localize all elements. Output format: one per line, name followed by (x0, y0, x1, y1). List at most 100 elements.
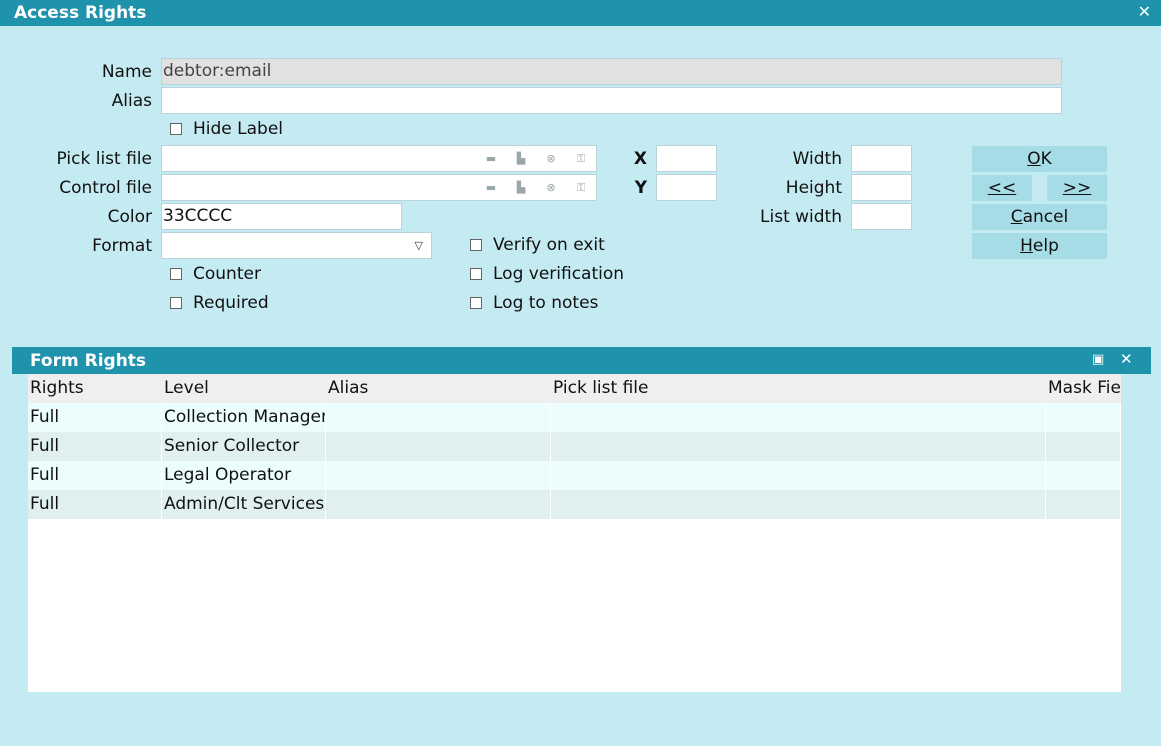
name-field: debtor:email (161, 58, 1062, 85)
cell-mask (1046, 461, 1121, 490)
maximize-icon[interactable]: ▣ (1092, 352, 1104, 367)
cell-rights: Full (28, 403, 162, 432)
folder-open-icon[interactable]: ▬ (482, 146, 500, 171)
table-header: Rights Level Alias Pick list file Mask F… (28, 374, 1121, 403)
cancel-rest: ancel (1022, 207, 1069, 227)
cell-level: Admin/Clt Services (162, 490, 326, 519)
color-label: Color (107, 207, 152, 227)
alias-input[interactable] (161, 87, 1062, 114)
clear-icon[interactable]: ⊗ (542, 175, 560, 200)
logverify-label: Log verification (493, 264, 625, 284)
cell-alias (326, 461, 551, 490)
hide-label-checkbox[interactable]: Hide Label (170, 117, 283, 141)
table-row[interactable]: Full Collection Manager (28, 403, 1121, 432)
checkbox-box[interactable] (170, 268, 182, 280)
cell-mask (1046, 403, 1121, 432)
verify-label: Verify on exit (493, 235, 605, 255)
next-label: >> (1062, 178, 1092, 198)
column-header-rights[interactable]: Rights (28, 374, 161, 403)
cell-rights: Full (28, 490, 162, 519)
form-rights-title: Form Rights (30, 351, 147, 371)
folder-open-icon[interactable]: ▬ (482, 175, 500, 200)
x-input[interactable] (656, 145, 717, 172)
checkbox-box[interactable] (470, 239, 482, 251)
y-label: Y (634, 178, 647, 198)
alias-label: Alias (111, 91, 152, 111)
hide-label-text: Hide Label (193, 119, 284, 139)
prev-label: << (987, 178, 1017, 198)
height-input[interactable] (851, 174, 912, 201)
close-icon[interactable]: ✕ (1138, 2, 1151, 21)
cell-picklist (551, 490, 1046, 519)
x-label: X (633, 149, 647, 169)
chevron-down-icon[interactable]: ▽ (415, 233, 423, 258)
height-label: Height (785, 178, 842, 198)
name-value: debtor:email (163, 61, 272, 81)
checkbox-box[interactable] (470, 297, 482, 309)
cell-mask (1046, 490, 1121, 519)
control-file-input[interactable]: ▬ ▙ ⊗ ⚿ (161, 174, 597, 201)
form-rights-table[interactable]: Rights Level Alias Pick list file Mask F… (28, 374, 1121, 692)
checkbox-box[interactable] (470, 268, 482, 280)
cancel-button[interactable]: Cancel (972, 204, 1107, 230)
list-width-input[interactable] (851, 203, 912, 230)
cell-alias (326, 432, 551, 461)
print-icon[interactable]: ▙ (512, 175, 530, 200)
window-titlebar: Access Rights ✕ (0, 0, 1161, 26)
checkbox-box[interactable] (170, 297, 182, 309)
picklist-label: Pick list file (56, 149, 152, 169)
cell-mask (1046, 432, 1121, 461)
column-header-level[interactable]: Level (162, 374, 326, 403)
control-label: Control file (59, 178, 152, 198)
picklist-file-input[interactable]: ▬ ▙ ⊗ ⚿ (161, 145, 597, 172)
cell-rights: Full (28, 432, 162, 461)
required-checkbox[interactable]: Required (170, 291, 269, 315)
ok-button[interactable]: OK (972, 146, 1107, 172)
help-button[interactable]: Help (972, 233, 1107, 259)
lognotes-label: Log to notes (493, 293, 599, 313)
cell-alias (326, 403, 551, 432)
close-icon[interactable]: ✕ (1120, 350, 1133, 368)
cell-rights: Full (28, 461, 162, 490)
lock-icon[interactable]: ⚿ (572, 146, 590, 171)
cell-picklist (551, 432, 1046, 461)
color-input[interactable]: 33CCCC (161, 203, 402, 230)
cell-picklist (551, 461, 1046, 490)
y-input[interactable] (656, 174, 717, 201)
clear-icon[interactable]: ⊗ (542, 146, 560, 171)
listwidth-label: List width (760, 207, 842, 227)
previous-button[interactable]: << (972, 175, 1032, 201)
help-mnemonic: H (1020, 236, 1033, 256)
column-header-picklist[interactable]: Pick list file (551, 374, 1046, 403)
help-rest: elp (1032, 236, 1059, 256)
window-title: Access Rights (14, 3, 147, 23)
cell-alias (326, 490, 551, 519)
table-row[interactable]: Full Legal Operator (28, 461, 1121, 490)
ok-rest: K (1040, 149, 1052, 169)
width-label: Width (792, 149, 842, 169)
table-row[interactable]: Full Senior Collector (28, 432, 1121, 461)
width-input[interactable] (851, 145, 912, 172)
lock-icon[interactable]: ⚿ (572, 175, 590, 200)
name-label: Name (101, 62, 152, 82)
next-button[interactable]: >> (1047, 175, 1107, 201)
cell-level: Senior Collector (162, 432, 326, 461)
table-row[interactable]: Full Admin/Clt Services (28, 490, 1121, 519)
cancel-mnemonic: C (1010, 207, 1023, 227)
color-value: 33CCCC (163, 206, 233, 226)
print-icon[interactable]: ▙ (512, 146, 530, 171)
form-rights-titlebar: Form Rights ▣ ✕ (12, 347, 1151, 374)
counter-checkbox[interactable]: Counter (170, 262, 261, 286)
required-label: Required (193, 293, 269, 313)
log-verification-checkbox[interactable]: Log verification (470, 262, 624, 286)
format-select[interactable]: ▽ (161, 232, 432, 259)
column-header-mask[interactable]: Mask Fie (1046, 374, 1121, 403)
log-to-notes-checkbox[interactable]: Log to notes (470, 291, 598, 315)
ok-mnemonic: O (1027, 149, 1041, 169)
verify-on-exit-checkbox[interactable]: Verify on exit (470, 233, 605, 257)
cell-picklist (551, 403, 1046, 432)
cell-level: Legal Operator (162, 461, 326, 490)
column-header-alias[interactable]: Alias (326, 374, 551, 403)
counter-label: Counter (193, 264, 261, 284)
checkbox-box[interactable] (170, 123, 182, 135)
